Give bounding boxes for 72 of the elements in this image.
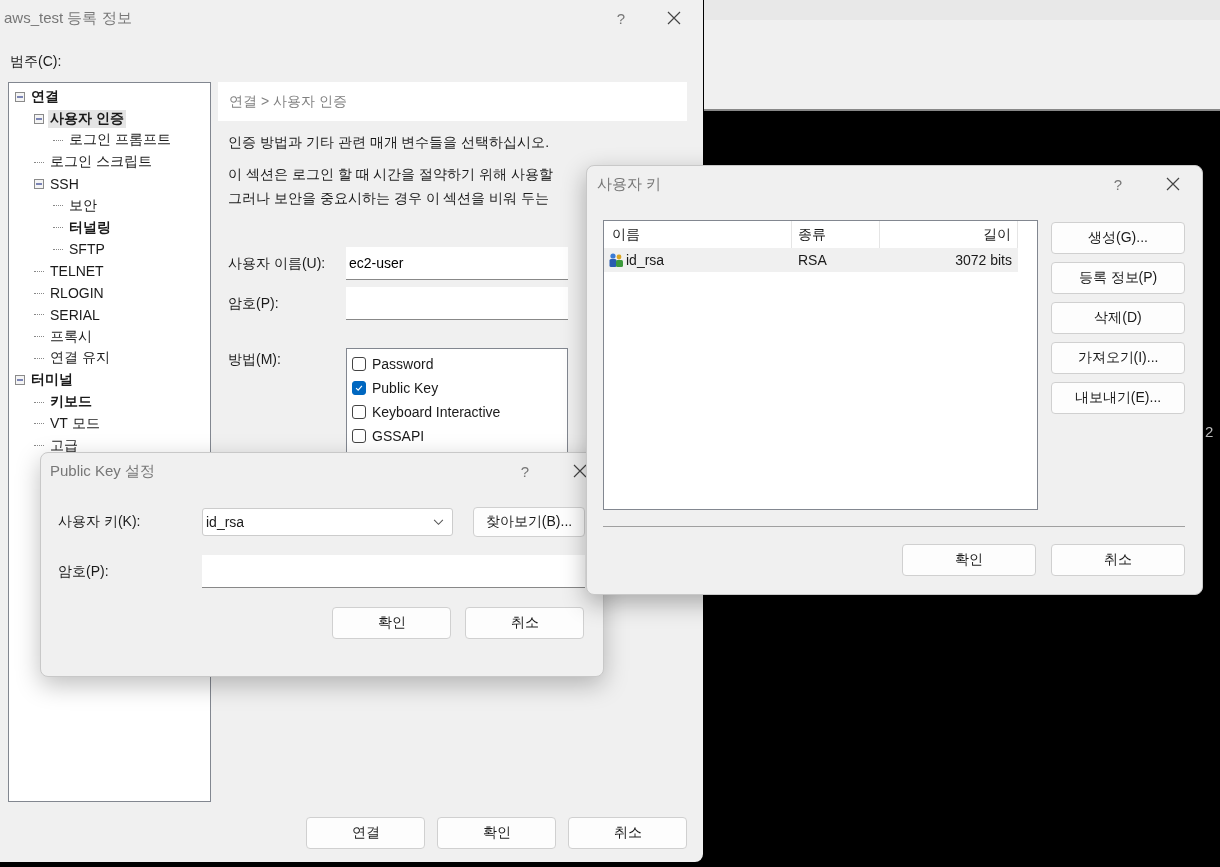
close-icon[interactable] xyxy=(573,464,587,478)
key-action-button[interactable]: 등록 정보(P) xyxy=(1051,262,1185,294)
key-row[interactable]: id_rsa RSA 3072 bits xyxy=(604,248,1018,272)
tree-item[interactable]: 연결 유지 xyxy=(48,349,112,368)
tree-item[interactable]: SFTP xyxy=(67,241,107,258)
help-button[interactable]: ? xyxy=(616,9,625,27)
method-label: GSSAPI xyxy=(372,428,425,444)
tree-item[interactable]: 키보드 xyxy=(48,393,94,412)
intro-text: 인증 방법과 기타 관련 매개 변수들을 선택하십시오. xyxy=(228,133,551,152)
tree-item[interactable]: SSH xyxy=(48,176,81,193)
collapse-icon[interactable] xyxy=(34,113,44,124)
users-icon xyxy=(608,252,624,268)
tree-item[interactable]: SERIAL xyxy=(48,306,102,323)
description-text: 이 섹션은 로그인 할 때 시간을 절약하기 위해 사용할 그러나 보안을 중요시하는 경우 이 섹션을 비워 두는 xyxy=(228,165,554,208)
help-button[interactable]: ? xyxy=(1113,175,1122,193)
key-action-button[interactable]: 내보내기(E)... xyxy=(1051,382,1185,414)
username-field[interactable]: ec2-user xyxy=(346,247,568,280)
chevron-down-icon xyxy=(433,518,444,526)
method-label: Password xyxy=(372,356,434,372)
tree-item[interactable]: 고급 xyxy=(48,436,80,455)
tree-item[interactable]: 사용자 인증 xyxy=(48,109,126,128)
field-label: 방법(M): xyxy=(227,350,282,369)
breadcrumb: 연결 > 사용자 인증 xyxy=(218,82,687,121)
table-cell: id_rsa xyxy=(626,252,665,268)
field-label: 사용자 키(K): xyxy=(58,513,142,531)
collapse-icon[interactable] xyxy=(15,375,25,386)
dialog-button[interactable]: 연결 xyxy=(306,817,425,849)
tree-item[interactable]: 로그인 스크립트 xyxy=(48,153,154,172)
tree-item[interactable]: 연결 xyxy=(29,87,61,106)
tree-item[interactable]: 로그인 프롬프트 xyxy=(67,131,173,150)
tree-item[interactable]: 프록시 xyxy=(48,327,94,346)
collapse-icon[interactable] xyxy=(15,91,25,102)
dialog-button[interactable]: 취소 xyxy=(1051,544,1185,576)
field-label: 암호(P): xyxy=(227,294,280,313)
password-field[interactable] xyxy=(346,287,568,320)
checkbox[interactable] xyxy=(352,357,366,371)
dialog-button[interactable]: 취소 xyxy=(465,607,584,639)
tree-item[interactable]: 터미널 xyxy=(29,371,75,390)
checkbox[interactable] xyxy=(352,429,366,443)
passphrase-field[interactable] xyxy=(202,555,585,588)
dialog-button[interactable]: 확인 xyxy=(902,544,1036,576)
tree-item[interactable]: TELNET xyxy=(48,263,106,280)
tree-item[interactable]: 보안 xyxy=(67,196,99,215)
dialog-button[interactable]: 취소 xyxy=(568,817,687,849)
dialog-button[interactable]: 확인 xyxy=(437,817,556,849)
tree-item[interactable]: 터널링 xyxy=(67,218,113,237)
field-label: 사용자 이름(U): xyxy=(227,254,327,273)
field-label: 암호(P): xyxy=(58,562,110,581)
key-action-button[interactable]: 생성(G)... xyxy=(1051,222,1185,254)
close-icon[interactable] xyxy=(667,11,681,25)
collapse-icon[interactable] xyxy=(34,179,44,190)
terminal-text: 2 xyxy=(1205,423,1214,440)
key-action-button[interactable]: 삭제(D) xyxy=(1051,302,1185,334)
table-cell-text: 3072 bits xyxy=(954,252,1013,268)
checkbox[interactable] xyxy=(352,381,366,395)
method-label: Keyboard Interactive xyxy=(372,404,501,420)
window-title: aws_test 등록 정보 xyxy=(3,8,132,28)
category-label: 범주(C): xyxy=(10,53,63,71)
tree-item[interactable]: RLOGIN xyxy=(48,285,106,302)
dialog-title: Public Key 설정 xyxy=(49,461,156,481)
help-button[interactable]: ? xyxy=(520,462,529,480)
table-cell-text: RSA xyxy=(797,252,828,268)
method-label: Public Key xyxy=(372,380,439,396)
user-key-dropdown[interactable]: id_rsa xyxy=(202,508,453,536)
tree-item[interactable]: VT 모드 xyxy=(48,414,102,433)
key-action-button[interactable]: 가져오기(I)... xyxy=(1051,342,1185,374)
browse-button[interactable]: 찾아보기(B)... xyxy=(473,507,585,537)
close-icon[interactable] xyxy=(1166,177,1180,191)
checkbox[interactable] xyxy=(352,405,366,419)
check-icon xyxy=(354,383,364,393)
dialog-title: 사용자 키 xyxy=(596,174,662,194)
dialog-button[interactable]: 확인 xyxy=(332,607,451,639)
